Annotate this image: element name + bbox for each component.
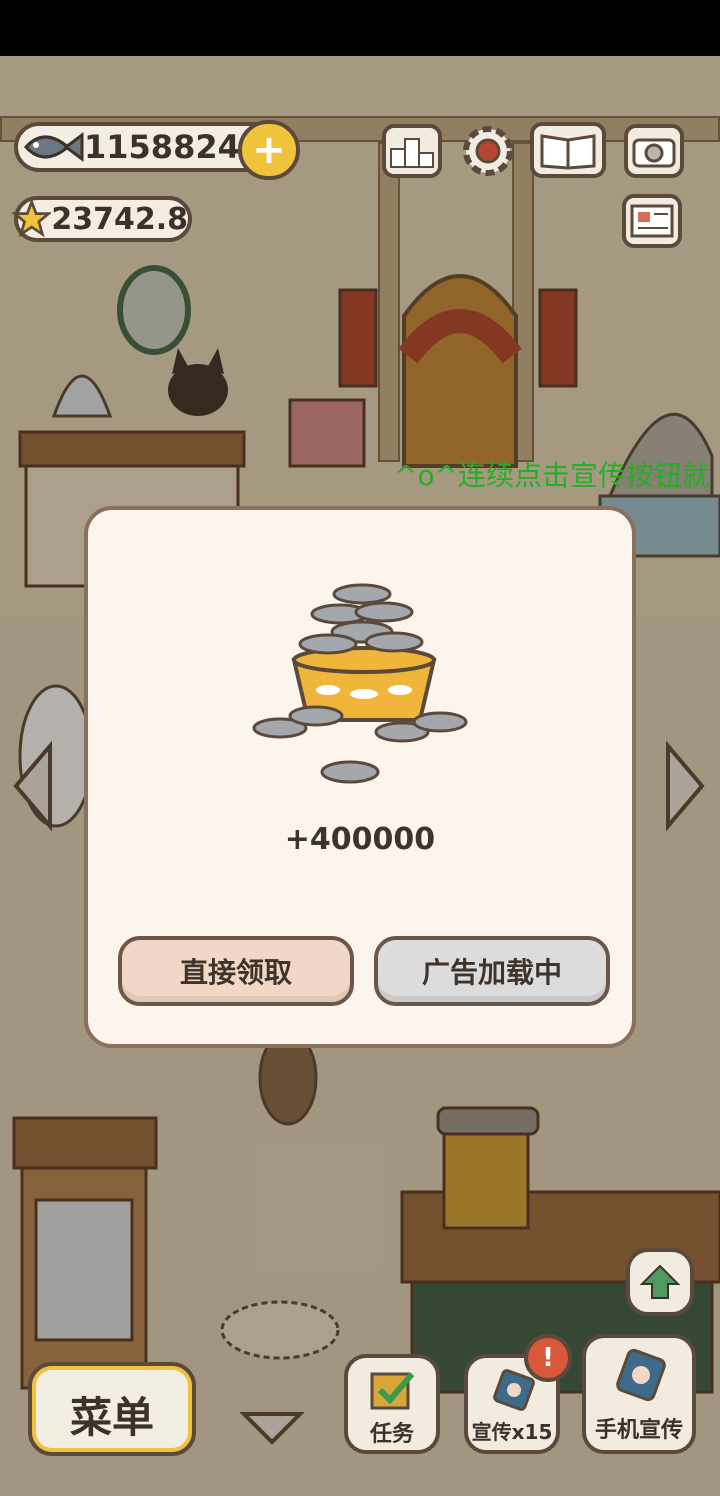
- catbook-button[interactable]: [530, 122, 606, 178]
- leaderboard-button[interactable]: [382, 124, 442, 178]
- checklist-icon: [370, 1372, 415, 1410]
- promote-label: 宣传x15: [471, 1420, 553, 1444]
- podium-icon: [390, 138, 434, 168]
- plus-icon: +: [252, 127, 286, 173]
- claim-directly-button[interactable]: 直接领取: [118, 936, 354, 1006]
- settings-button[interactable]: [458, 122, 518, 180]
- star-currency-pill: 23742.8: [12, 196, 192, 242]
- newspaper-button[interactable]: [622, 194, 682, 248]
- phone-icon: [616, 1348, 666, 1402]
- flyer-icon: [493, 1369, 535, 1411]
- menu-button[interactable]: 菜单: [28, 1362, 196, 1456]
- ad-loading-label: 广告加载中: [421, 956, 562, 989]
- newspaper-icon: [630, 204, 674, 238]
- phone-promote-button[interactable]: 手机宣传: [582, 1334, 696, 1454]
- menu-label: 菜单: [69, 1393, 154, 1442]
- claim-directly-label: 直接领取: [179, 956, 292, 989]
- book-icon: [540, 134, 596, 170]
- gear-icon: [463, 126, 513, 176]
- fish-count: 1158824: [84, 128, 240, 166]
- ad-loading-button[interactable]: 广告加载中: [374, 936, 610, 1006]
- star-icon: [12, 198, 52, 238]
- reward-dialog: +400000 直接领取 广告加载中: [84, 506, 636, 1048]
- status-bar: [0, 0, 720, 56]
- fish-bowl-icon: [252, 583, 468, 784]
- promo-ticker: ^o^连续点击宣传按钮就: [394, 459, 711, 492]
- add-fish-button[interactable]: +: [238, 120, 300, 180]
- fish-icon: [23, 132, 84, 162]
- reward-amount: +400000: [284, 822, 436, 857]
- camera-button[interactable]: [624, 124, 684, 178]
- scroll-up-button[interactable]: [626, 1248, 694, 1316]
- tasks-button[interactable]: 任务: [344, 1354, 440, 1454]
- camera-icon: [632, 138, 676, 168]
- phone-promote-label: 手机宣传: [594, 1418, 683, 1443]
- tasks-label: 任务: [369, 1422, 414, 1447]
- star-count: 23742.8: [51, 201, 188, 237]
- alert-badge-icon: !: [524, 1334, 572, 1382]
- up-arrow-icon: [640, 1264, 680, 1299]
